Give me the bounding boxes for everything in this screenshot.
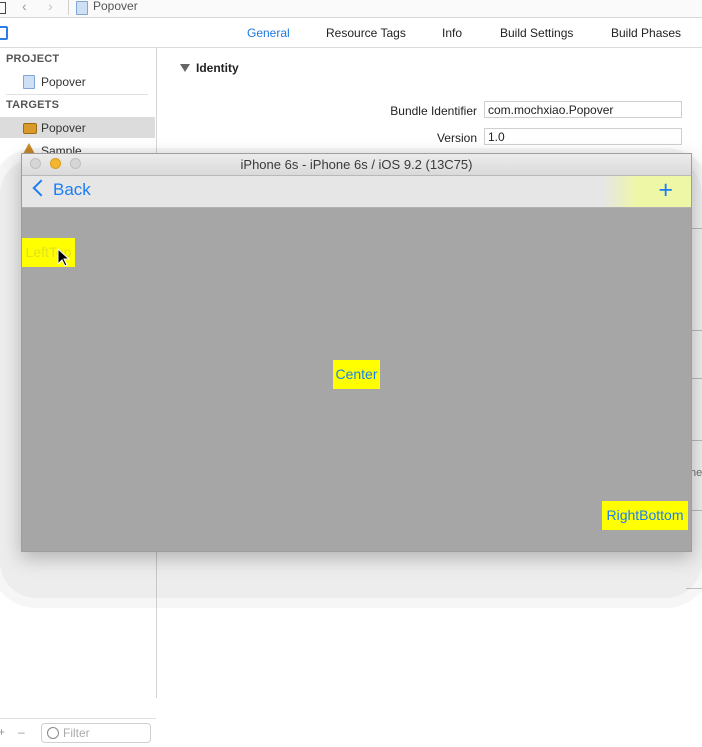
sidebar-item-label: Popover — [41, 121, 86, 135]
targets-header: TARGETS — [6, 99, 60, 111]
bundle-identifier-field[interactable]: com.mochxiao.Popover — [484, 101, 682, 118]
app-target-icon — [23, 123, 37, 134]
navigator-filter-bar: + – Filter — [0, 718, 156, 747]
add-button[interactable]: + — [658, 177, 673, 204]
project-file-icon — [76, 1, 88, 15]
sidebar-item-target-popover[interactable]: Popover — [0, 117, 155, 138]
version-field[interactable]: 1.0 — [484, 128, 682, 145]
project-file-icon — [23, 75, 35, 89]
editor-tab-bar: General Resource Tags Info Build Setting… — [0, 18, 702, 48]
breadcrumb[interactable]: Popover — [93, 0, 138, 13]
sidebar-item-label: Popover — [41, 75, 86, 89]
nav-forward-icon[interactable]: › — [48, 0, 53, 14]
navigation-bar: Back + — [22, 176, 691, 208]
mouse-cursor-icon — [57, 248, 71, 267]
simulator-window-title: iPhone 6s - iPhone 6s / iOS 9.2 (13C75) — [240, 157, 473, 172]
version-label: Version — [436, 131, 477, 145]
add-icon[interactable]: + — [0, 725, 5, 739]
bundle-identifier-label: Bundle Identifier — [390, 104, 477, 118]
target-selector-icon[interactable] — [0, 26, 8, 40]
filter-placeholder: Filter — [63, 726, 90, 740]
sidebar-divider — [6, 94, 148, 95]
right-bottom-button[interactable]: RightBottom — [602, 501, 688, 530]
xcode-toolbar: ‹ › Popover — [0, 0, 702, 18]
nav-back-icon[interactable]: ‹ — [22, 0, 27, 14]
back-button[interactable]: Back — [53, 180, 91, 200]
simulator-window: iPhone 6s - iPhone 6s / iOS 9.2 (13C75) … — [21, 153, 692, 552]
filter-field[interactable]: Filter — [41, 723, 151, 743]
simulator-title-bar: iPhone 6s - iPhone 6s / iOS 9.2 (13C75) — [22, 154, 691, 176]
tab-general[interactable]: General — [247, 26, 290, 40]
tab-build-phases[interactable]: Build Phases — [611, 26, 681, 40]
sidebar-item-target-sample[interactable]: Sample — [0, 140, 155, 154]
filter-icon — [47, 727, 59, 739]
project-header: PROJECT — [6, 53, 60, 65]
sidebar-item-project-popover[interactable]: Popover — [0, 71, 155, 92]
remove-icon[interactable]: – — [18, 725, 25, 739]
back-chevron-icon[interactable] — [32, 179, 50, 197]
tab-resource-tags[interactable]: Resource Tags — [326, 26, 406, 40]
tab-build-settings[interactable]: Build Settings — [500, 26, 573, 40]
tab-info[interactable]: Info — [442, 26, 462, 40]
disclosure-triangle-icon[interactable] — [180, 64, 190, 72]
plus-button-highlight — [603, 176, 691, 207]
center-button[interactable]: Center — [333, 360, 380, 389]
identity-section-title: Identity — [196, 61, 239, 75]
toolbar-divider — [68, 0, 69, 15]
related-items-icon[interactable] — [0, 2, 6, 14]
